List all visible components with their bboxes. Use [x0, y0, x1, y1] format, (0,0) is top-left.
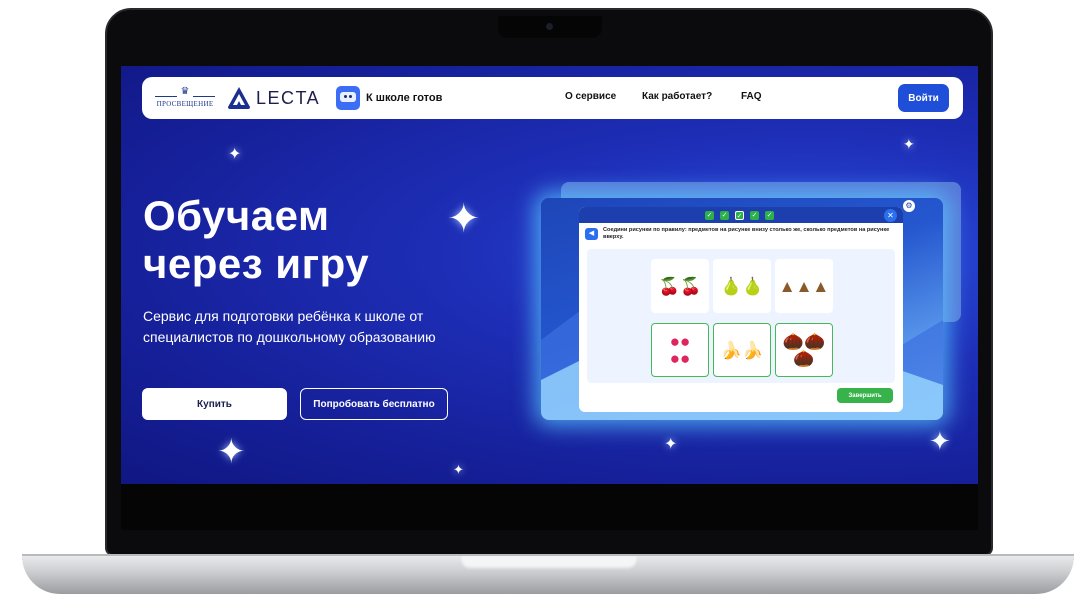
card-pinecones[interactable]: ▲▲▲ [775, 259, 833, 313]
close-icon[interactable]: ✕ [884, 209, 897, 222]
sparkle-icon: ✦ [903, 136, 915, 152]
card-pears[interactable]: 🍐🍐 [713, 259, 771, 313]
sparkle-icon: ✦ [217, 433, 246, 471]
product-logo[interactable]: К школе готов [336, 85, 442, 111]
buy-button[interactable]: Купить [142, 388, 287, 420]
try-free-button[interactable]: Попробовать бесплатно [300, 388, 448, 420]
game-preview: ✓ ✓ ✓ ✓ ✓ ✕ ◀ Соедини рисунки по правилу… [541, 198, 943, 420]
hero-title-line2: через игру [143, 240, 370, 287]
prosveshchenie-logo-text: ПРОСВЕЩЕНИЕ [156, 100, 214, 108]
dialog-header: ✓ ✓ ✓ ✓ ✓ ✕ [579, 207, 903, 223]
lecta-logo[interactable]: LECTA [227, 86, 320, 110]
hero-title-line1: Обучаем [143, 192, 330, 239]
sparkle-icon: ✦ [447, 197, 481, 241]
robot-icon [336, 86, 360, 110]
finish-button[interactable]: Завершить [837, 388, 893, 403]
sparkle-icon: ✦ [228, 146, 242, 163]
game-dialog: ✓ ✓ ✓ ✓ ✓ ✕ ◀ Соедини рисунки по правилу… [579, 207, 903, 412]
progress-check-icon: ✓ [735, 211, 744, 220]
card-acorns[interactable]: 🌰🌰🌰 [775, 323, 833, 377]
screen-bezel-bottom [121, 484, 978, 530]
product-name: К школе готов [366, 92, 443, 104]
crest-icon: ♛ [180, 86, 190, 97]
sparkle-icon: ✦ [664, 436, 678, 453]
lecta-logo-text: LECTA [256, 87, 321, 108]
progress-check-icon: ✓ [750, 211, 759, 220]
website-screen: ♛ ПРОСВЕЩЕНИЕ LECTA К школе готов О серв… [121, 66, 978, 484]
login-button[interactable]: Войти [898, 84, 949, 112]
speaker-icon[interactable]: ◀ [585, 228, 598, 240]
hero-subtitle: Сервис для подготовки ребёнка к школе от… [143, 308, 436, 345]
top-navigation: ♛ ПРОСВЕЩЕНИЕ LECTA К школе готов О серв… [142, 77, 963, 119]
nav-link-how-it-works[interactable]: Как работает? [642, 91, 712, 102]
nav-link-about[interactable]: О сервисе [565, 91, 616, 102]
lecta-mountain-icon [228, 87, 250, 109]
sparkle-icon: ✦ [453, 462, 464, 477]
prosveshchenie-logo[interactable]: ♛ ПРОСВЕЩЕНИЕ [153, 86, 217, 110]
card-bananas[interactable]: 🍌🍌 [713, 323, 771, 377]
task-area: 🍒🍒 🍐🍐 ▲▲▲ ●● ●● 🍌🍌 🌰🌰🌰 [587, 249, 895, 383]
camera-notch [498, 16, 602, 38]
progress-check-icon: ✓ [705, 211, 714, 220]
progress-check-icon: ✓ [765, 211, 774, 220]
card-raspberries[interactable]: ●● ●● [651, 323, 709, 377]
sparkle-icon: ✦ [929, 426, 951, 456]
task-instruction: Соедини рисунки по правилу: предметов на… [603, 227, 890, 240]
nav-link-faq[interactable]: FAQ [741, 91, 762, 102]
laptop-mockup: ♛ ПРОСВЕЩЕНИЕ LECTA К школе готов О серв… [0, 0, 1074, 594]
laptop-thumb-notch [460, 556, 638, 570]
card-cherries[interactable]: 🍒🍒 [651, 259, 709, 313]
progress-check-icon: ✓ [720, 211, 729, 220]
gear-icon[interactable]: ⚙ [903, 200, 915, 212]
